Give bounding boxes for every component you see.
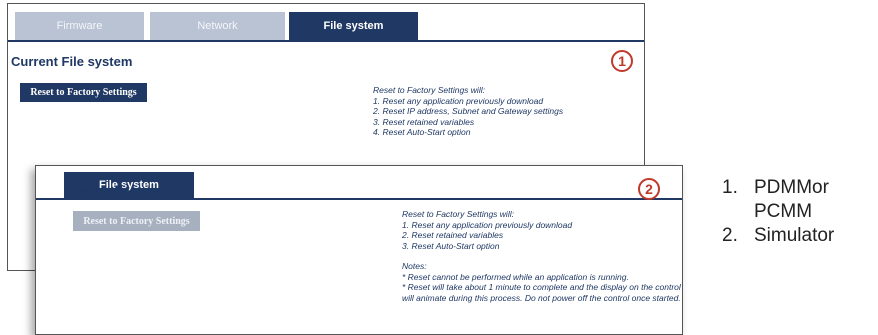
legend-item: 2. Simulator <box>722 224 834 248</box>
panel-simulator: File system Current File system Reset to… <box>35 165 683 335</box>
notes-title: Notes: <box>402 261 427 271</box>
page-title: Current File system <box>64 183 186 198</box>
callout-badge-2: 2 <box>638 178 660 200</box>
reset-info-title: Reset to Factory Settings will: <box>373 85 485 95</box>
reset-info: Reset to Factory Settings will: 1. Reset… <box>402 209 682 303</box>
reset-info-title: Reset to Factory Settings will: <box>402 209 514 219</box>
tab-network[interactable]: Network <box>150 12 285 40</box>
legend-label: PCMM <box>754 201 813 222</box>
note-line: * Reset will take about 1 minute to comp… <box>402 282 681 303</box>
reset-info-line: 3. Reset Auto-Start option <box>402 240 500 251</box>
tab-firmware[interactable]: Firmware <box>15 12 144 40</box>
legend: 1. PDMMor PCMM 2. Simulator <box>722 176 834 248</box>
reset-factory-button[interactable]: Reset to Factory Settings <box>20 83 147 102</box>
reset-info-line: 2. Reset IP address, Subnet and Gateway … <box>373 106 564 116</box>
legend-label: Simulator <box>754 225 835 246</box>
reset-info: Reset to Factory Settings will: 1. Reset… <box>373 85 643 138</box>
legend-label: PDMMor <box>754 177 829 198</box>
reset-info-line: 3. Reset retained variables <box>373 116 475 127</box>
tab-bar: Firmware Network File system <box>8 4 644 42</box>
reset-info-line: 1. Reset any application previously down… <box>402 219 573 230</box>
note-line: * Reset cannot be performed while an app… <box>402 271 629 282</box>
reset-info-line: 1. Reset any application previously down… <box>373 95 544 106</box>
tab-file-system[interactable]: File system <box>289 12 418 40</box>
legend-number: 1. <box>722 177 738 198</box>
reset-info-line: 2. Reset retained variables <box>402 230 504 240</box>
page-title: Current File system <box>11 54 133 69</box>
callout-badge-1: 1 <box>611 50 633 72</box>
reset-factory-button-disabled: Reset to Factory Settings <box>73 211 200 231</box>
legend-number: 2. <box>722 225 738 246</box>
reset-info-line: 4. Reset Auto-Start option <box>373 127 471 137</box>
legend-item: 1. PDMMor PCMM <box>722 176 834 224</box>
